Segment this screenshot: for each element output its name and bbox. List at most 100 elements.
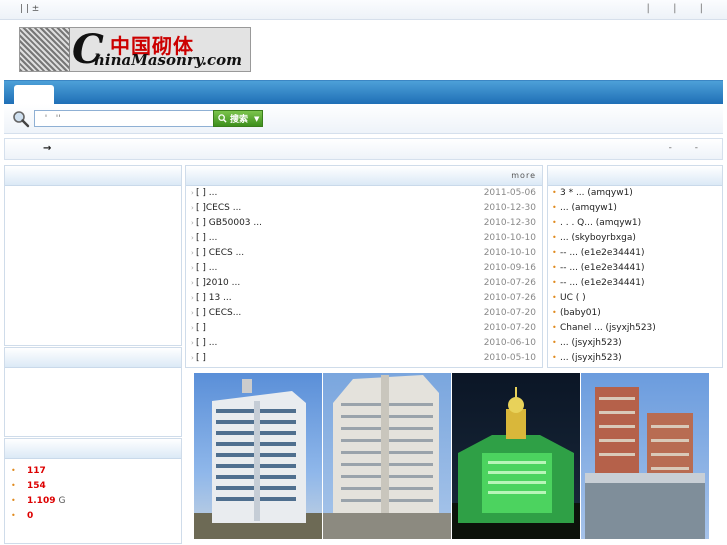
highrise-image bbox=[323, 375, 451, 539]
top-links[interactable]: | | ± bbox=[20, 4, 39, 14]
bullet-icon: • bbox=[11, 496, 16, 505]
user-post-title[interactable]: 3 * ... (amqyw1) bbox=[560, 188, 633, 198]
logo-en-text: hinaMasonry.com bbox=[94, 51, 243, 69]
left-panel-notice bbox=[4, 347, 182, 437]
news-title[interactable]: [ ] bbox=[196, 353, 206, 363]
user-post-title[interactable]: . . . Q... (amqyw1) bbox=[560, 218, 641, 228]
news-title[interactable]: [ ] ... bbox=[196, 263, 217, 273]
news-row[interactable]: ›[ ] CECS ... 2010-10-10 bbox=[186, 247, 542, 262]
chevron-down-icon[interactable]: ▼ bbox=[254, 115, 259, 123]
news-row[interactable]: ›[ ] ... 2010-10-10 bbox=[186, 232, 542, 247]
news-row[interactable]: ›[ ]CECS ... 2010-12-30 bbox=[186, 202, 542, 217]
stat-row: • 0 bbox=[11, 508, 65, 523]
user-post-title[interactable]: ... (amqyw1) bbox=[560, 203, 617, 213]
news-row[interactable]: ›[ ] ... 2010-06-10 bbox=[186, 337, 542, 352]
user-post-row[interactable]: • (baby01) bbox=[548, 307, 722, 322]
stat-value: 0 bbox=[27, 510, 34, 521]
news-title[interactable]: [ ] ... bbox=[196, 338, 217, 348]
panel-header bbox=[5, 166, 181, 186]
search-input[interactable] bbox=[34, 110, 214, 127]
user-post-title[interactable]: -- ... (e1e2e34441) bbox=[560, 248, 645, 258]
bullet-icon: • bbox=[552, 308, 557, 317]
user-post-row[interactable]: • -- ... (e1e2e34441) bbox=[548, 277, 722, 292]
user-post-title[interactable]: ... (skyboyrbxga) bbox=[560, 233, 636, 243]
user-post-row[interactable]: • ... (jsyxjh523) bbox=[548, 352, 722, 367]
news-row[interactable]: ›[ ] ... 2011-05-06 bbox=[186, 187, 542, 202]
user-post-title[interactable]: ... (jsyxjh523) bbox=[560, 338, 622, 348]
user-post-row[interactable]: • Chanel ... (jsyxjh523) bbox=[548, 322, 722, 337]
arrow-bullet-icon: › bbox=[191, 234, 194, 242]
user-post-title[interactable]: ... (jsyxjh523) bbox=[560, 353, 622, 363]
user-post-row[interactable]: •. . . Q... (amqyw1) bbox=[548, 217, 722, 232]
search-button[interactable]: 搜索 ▼ bbox=[213, 110, 263, 127]
user-posts-panel: • 3 * ... (amqyw1) • ... (amqyw1) •. . . Q.… bbox=[547, 165, 723, 368]
news-row[interactable]: ›[ ] ... 2010-09-16 bbox=[186, 262, 542, 277]
bullet-icon: • bbox=[552, 323, 557, 332]
news-row[interactable]: ›[ ] 2010-05-10 bbox=[186, 352, 542, 367]
user-post-row[interactable]: • ... (skyboyrbxga) bbox=[548, 232, 722, 247]
news-title[interactable]: [ ]2010 ... bbox=[196, 278, 240, 288]
building-photo-1[interactable] bbox=[194, 373, 322, 539]
user-post-list: • 3 * ... (amqyw1) • ... (amqyw1) •. . . Q.… bbox=[548, 187, 722, 367]
news-title[interactable]: [ ] GB50003 ... bbox=[196, 218, 262, 228]
user-post-title[interactable]: UC ( ) bbox=[560, 293, 586, 303]
news-row[interactable]: ›[ ] GB50003 ... 2010-12-30 bbox=[186, 217, 542, 232]
news-row[interactable]: ›[ ]2010 ... 2010-07-26 bbox=[186, 277, 542, 292]
news-title[interactable]: [ ] 13 ... bbox=[196, 293, 232, 303]
news-date: 2010-07-26 bbox=[483, 293, 536, 303]
user-post-row[interactable]: • -- ... (e1e2e34441) bbox=[548, 262, 722, 277]
arrow-bullet-icon: › bbox=[191, 249, 194, 257]
arrow-bullet-icon: › bbox=[191, 219, 194, 227]
bullet-icon: • bbox=[11, 466, 16, 475]
news-row[interactable]: ›[ ] 13 ... 2010-07-26 bbox=[186, 292, 542, 307]
bullet-icon: • bbox=[11, 481, 16, 490]
bullet-icon: • bbox=[552, 233, 557, 242]
user-post-row[interactable]: • -- ... (e1e2e34441) bbox=[548, 247, 722, 262]
top-bar: | | ± | | | bbox=[0, 0, 727, 20]
top-right-links[interactable]: | | | bbox=[647, 3, 713, 14]
stat-value: 154 bbox=[27, 480, 46, 491]
user-post-title[interactable]: (baby01) bbox=[560, 308, 601, 318]
news-title[interactable]: [ ] CECS... bbox=[196, 308, 241, 318]
building-photo-3[interactable] bbox=[452, 373, 580, 539]
building-photo-4[interactable] bbox=[581, 373, 709, 539]
news-title[interactable]: [ ] ... bbox=[196, 188, 217, 198]
news-date: 2010-06-10 bbox=[483, 338, 536, 348]
stat-value: 117 bbox=[27, 465, 46, 476]
news-title[interactable]: [ ] bbox=[196, 323, 206, 333]
more-link[interactable]: more bbox=[511, 171, 536, 180]
user-post-title[interactable]: -- ... (e1e2e34441) bbox=[560, 263, 645, 273]
user-post-title[interactable]: Chanel ... (jsyxjh523) bbox=[560, 323, 656, 333]
left-panel-login bbox=[4, 165, 182, 346]
news-date: 2010-10-10 bbox=[483, 248, 536, 258]
user-post-row[interactable]: • ... (amqyw1) bbox=[548, 202, 722, 217]
user-post-row[interactable]: • UC ( ) bbox=[548, 292, 722, 307]
news-row[interactable]: ›[ ] CECS... 2010-07-20 bbox=[186, 307, 542, 322]
arrow-bullet-icon: › bbox=[191, 354, 194, 362]
user-post-row[interactable]: • 3 * ... (amqyw1) bbox=[548, 187, 722, 202]
left-panel-stats: • 117 • 154 • 1.109 G • 0 bbox=[4, 438, 182, 544]
panel-header: more bbox=[186, 166, 542, 186]
arrow-bullet-icon: › bbox=[191, 309, 194, 317]
panel-header bbox=[5, 439, 181, 459]
arrow-right-icon: → bbox=[43, 143, 52, 154]
user-post-title[interactable]: -- ... (e1e2e34441) bbox=[560, 278, 645, 288]
news-title[interactable]: [ ] ... bbox=[196, 233, 217, 243]
breadcrumb: → - - bbox=[4, 138, 723, 160]
night-building-image bbox=[452, 387, 580, 539]
bullet-icon: • bbox=[552, 188, 557, 197]
news-title[interactable]: [ ]CECS ... bbox=[196, 203, 241, 213]
news-date: 2010-10-10 bbox=[483, 233, 536, 243]
magnifier-icon bbox=[13, 111, 30, 128]
news-date: 2010-12-30 bbox=[483, 218, 536, 228]
breadcrumb-right-links[interactable]: - - bbox=[669, 143, 708, 153]
building-photo-2[interactable] bbox=[323, 373, 451, 539]
stat-row: • 154 bbox=[11, 478, 65, 493]
user-post-row[interactable]: • ... (jsyxjh523) bbox=[548, 337, 722, 352]
nav-tab-home[interactable] bbox=[14, 85, 54, 106]
bullet-icon: • bbox=[552, 203, 557, 212]
site-logo[interactable]: 中国砌体 C hinaMasonry.com bbox=[19, 26, 251, 73]
news-row[interactable]: ›[ ] 2010-07-20 bbox=[186, 322, 542, 337]
news-date: 2010-07-26 bbox=[483, 278, 536, 288]
news-title[interactable]: [ ] CECS ... bbox=[196, 248, 244, 258]
